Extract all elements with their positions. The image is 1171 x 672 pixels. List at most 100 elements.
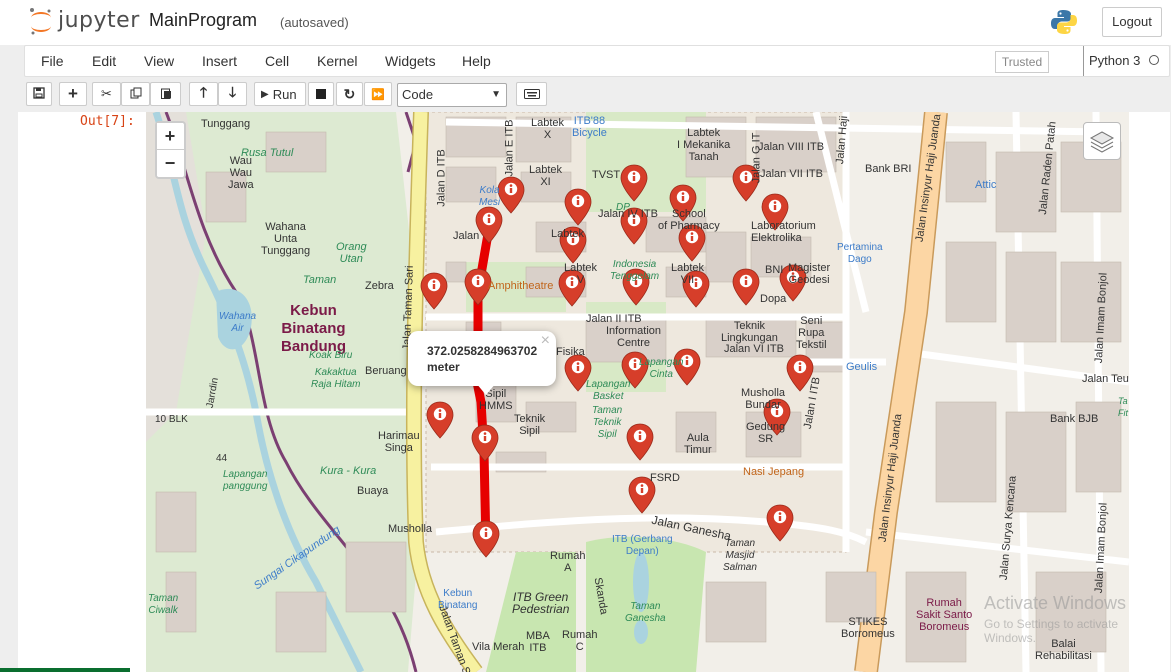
map-label: Magister Geodesi	[788, 262, 831, 286]
toolbar: + ✂ 🡑 🡓 ▶ Run ↻ ⏩ Code ▼	[24, 78, 1170, 112]
map-label: Wahana Air	[219, 311, 257, 334]
zoom-control: + −	[155, 121, 186, 179]
map-label: Rumah A	[550, 550, 586, 574]
interrupt-button[interactable]	[308, 82, 334, 106]
map-label: 44	[216, 453, 228, 464]
logout-button[interactable]: Logout	[1102, 7, 1162, 37]
distance-popup[interactable]: 372.0258284963702 meter ×	[408, 331, 556, 395]
run-icon: ▶	[261, 88, 269, 100]
map-label: Jalan VI ITB	[724, 343, 784, 355]
map-label: Fisika	[556, 346, 585, 358]
map-label: TVST	[592, 169, 621, 181]
map-label: Taman Masjid Salman	[723, 538, 757, 573]
map-label: Labtek I Mekanika Tanah	[677, 127, 731, 163]
kernel-idle-icon	[1149, 55, 1159, 65]
map-label: Musholla	[388, 523, 433, 535]
cell-type-value: Code	[402, 87, 434, 102]
info-marker-icon[interactable]	[732, 268, 760, 306]
trusted-indicator[interactable]: Trusted	[995, 51, 1049, 73]
map-label: Taman Teknik Sipil	[592, 405, 623, 440]
zoom-out-button[interactable]: −	[157, 150, 183, 176]
map-label: Teknik Lingkungan	[721, 320, 778, 344]
menu-help[interactable]: Help	[462, 53, 491, 69]
layers-icon	[1089, 129, 1115, 158]
info-marker-icon[interactable]	[420, 272, 448, 310]
move-up-button[interactable]: 🡑	[189, 82, 218, 106]
map-label: Jalan G IT	[750, 132, 763, 184]
map-label: Lapangan panggung	[223, 469, 268, 492]
save-button[interactable]	[26, 82, 52, 106]
insert-cell-button[interactable]: +	[59, 82, 87, 106]
map-label: Gedung SR	[746, 421, 786, 445]
menu-insert[interactable]: Insert	[202, 53, 237, 69]
map-label: Jalan VII ITB	[760, 168, 823, 180]
menu-edit[interactable]: Edit	[92, 53, 116, 69]
paste-button[interactable]	[150, 82, 181, 106]
map-label: Jalan VIII ITB	[758, 141, 825, 153]
map-label: ITB Green Pedestrian	[512, 590, 570, 616]
menu-cell[interactable]: Cell	[265, 53, 289, 69]
map-label: Aula Timur	[684, 432, 712, 456]
map-label: Kura - Kura	[320, 465, 377, 477]
info-marker-icon[interactable]	[620, 164, 648, 202]
save-icon	[33, 86, 45, 102]
restart-button[interactable]: ↻	[336, 82, 363, 106]
restart-icon: ↻	[343, 85, 356, 102]
command-palette-button[interactable]	[516, 82, 547, 106]
autosave-status: (autosaved)	[280, 15, 349, 30]
map-label: Wau Wau Jawa	[228, 155, 254, 191]
info-marker-icon[interactable]	[471, 424, 499, 462]
map-label: Labtek V	[564, 262, 598, 286]
info-marker-icon[interactable]	[472, 520, 500, 558]
info-marker-icon[interactable]	[766, 504, 794, 542]
info-marker-icon[interactable]	[626, 423, 654, 461]
windows-activation-title: Activate Windows	[984, 593, 1127, 613]
move-down-button[interactable]: 🡓	[218, 82, 247, 106]
map-label: Geulis	[846, 361, 878, 373]
layer-control-button[interactable]	[1083, 122, 1121, 160]
windows-activation-subtitle: Go to Settings to activate Windows.	[984, 617, 1119, 645]
menubar: File Edit View Insert Cell Kernel Widget…	[24, 45, 1170, 77]
map-label: Attic	[975, 179, 997, 191]
map-label: Kakaktua Raja Hitam	[311, 367, 361, 390]
map-label: Jalan D ITB	[435, 149, 448, 207]
map-label: Jalan E ITB	[503, 119, 516, 177]
menu-file[interactable]: File	[41, 53, 64, 69]
python-logo-icon	[1050, 8, 1078, 41]
map-label: Musholla Bundar	[741, 387, 786, 411]
map-label: Labtek X	[531, 117, 565, 141]
map-label: Bank BRI	[865, 163, 912, 175]
cell-type-select[interactable]: Code ▼	[397, 83, 507, 107]
map-label: BNI	[765, 264, 784, 276]
zoom-in-button[interactable]: +	[157, 123, 183, 149]
restart-run-all-button[interactable]: ⏩	[364, 82, 392, 106]
map-label: Rumah Sakit Santo Boromeus	[916, 597, 973, 633]
info-marker-icon[interactable]	[426, 401, 454, 439]
kernel-name[interactable]: Python 3	[1083, 46, 1140, 76]
folium-map[interactable]: + − Tunggang Rusa Tutul Wau Wau Jawa Wah…	[146, 112, 1129, 672]
jupyter-wordmark[interactable]: jupyter	[58, 8, 140, 33]
map-label: FSRD	[650, 472, 680, 484]
map-label: Information Centre	[606, 325, 662, 349]
menu-widgets[interactable]: Widgets	[385, 53, 436, 69]
map-label: Bank BJB	[1050, 413, 1099, 425]
paste-icon	[160, 87, 172, 102]
popup-close-button[interactable]: ×	[541, 332, 550, 350]
map-label: Wahana Unta Tunggang	[261, 221, 311, 257]
map-label: Laboratorium Elektrolika	[751, 220, 816, 244]
info-marker-icon[interactable]	[564, 188, 592, 226]
map-label: Orang Utan	[336, 241, 367, 265]
map-label: DP	[616, 202, 630, 213]
map-label: Indonesia Tenggelam	[610, 259, 660, 282]
menu-kernel[interactable]: Kernel	[317, 53, 357, 69]
cut-button[interactable]: ✂	[92, 82, 121, 106]
map-label: Amphitheatre	[488, 280, 554, 292]
jupyter-logo-icon[interactable]	[28, 7, 54, 42]
map-label: Lapangan Cinta	[639, 357, 684, 380]
map-label: 10 BLK	[155, 414, 188, 425]
copy-button[interactable]	[121, 82, 150, 106]
stop-icon	[316, 87, 326, 102]
menu-view[interactable]: View	[144, 53, 174, 69]
run-button[interactable]: ▶ Run	[254, 82, 306, 106]
notebook-name[interactable]: MainProgram	[149, 10, 257, 31]
